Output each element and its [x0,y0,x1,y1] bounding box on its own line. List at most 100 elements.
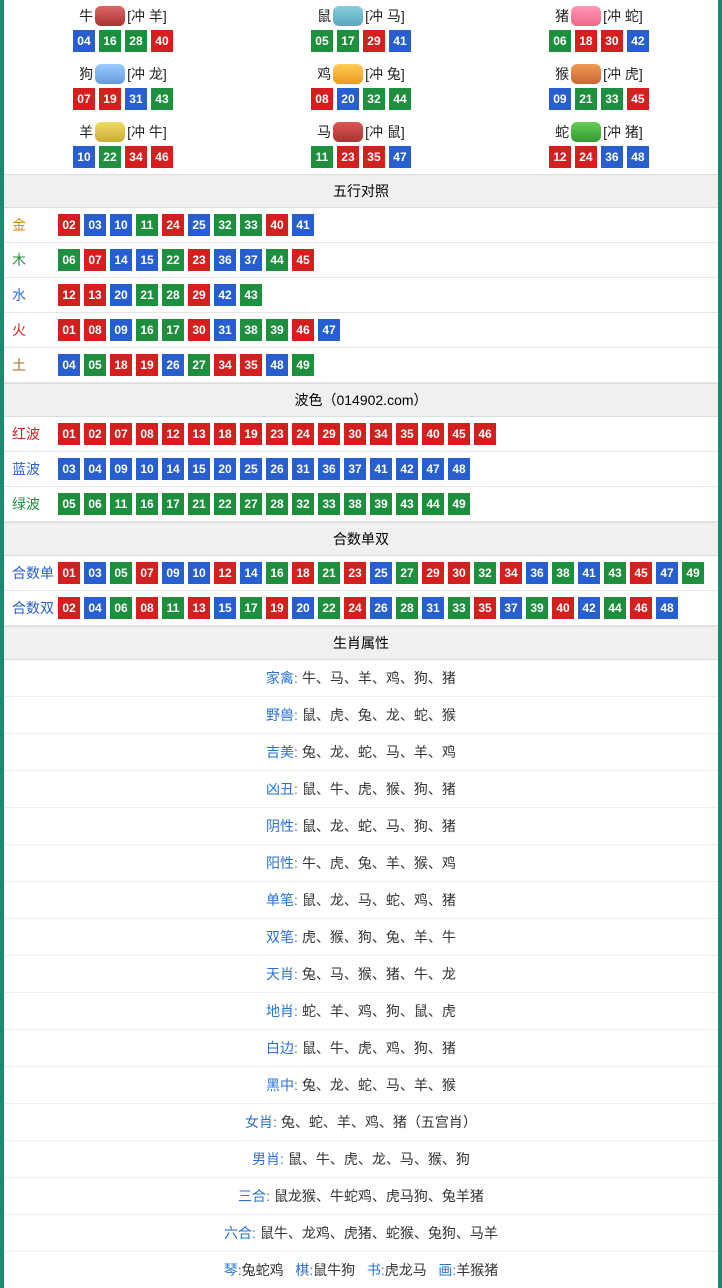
attr-value: 兔、马、猴、猪、牛、龙 [302,966,456,982]
data-row: 土04051819262734354849 [4,348,718,383]
number-ball: 47 [389,146,411,168]
number-ball: 34 [500,562,522,584]
row-label: 土 [12,355,58,375]
number-ball: 20 [214,458,236,480]
number-ball: 42 [396,458,418,480]
number-ball: 31 [214,319,236,341]
zodiac-clash: [冲 蛇] [603,6,643,26]
number-ball: 30 [344,423,366,445]
number-ball: 32 [214,214,236,236]
zodiac-cell: 狗[冲 龙]07193143 [4,58,242,116]
number-ball: 45 [292,249,314,271]
number-ball: 15 [136,249,158,271]
number-ball: 03 [58,458,80,480]
number-ball: 15 [188,458,210,480]
number-ball: 38 [240,319,262,341]
number-ball: 18 [575,30,597,52]
number-ball: 40 [151,30,173,52]
attr-value: 鼠、虎、兔、龙、蛇、猴 [302,707,456,723]
bottom-label: 琴: [224,1262,242,1278]
number-ball: 01 [58,562,80,584]
number-ball: 06 [84,493,106,515]
number-ball: 35 [363,146,385,168]
number-ball: 06 [549,30,571,52]
zodiac-balls: 09213345 [480,88,718,110]
attr-label: 双笔: [266,929,298,945]
number-ball: 22 [214,493,236,515]
number-ball: 05 [84,354,106,376]
zodiac-name: 狗 [79,64,93,84]
attr-label: 凶丑: [266,781,298,797]
zodiac-clash: [冲 牛] [127,122,167,142]
number-ball: 49 [682,562,704,584]
number-ball: 35 [474,597,496,619]
attr-value: 兔、龙、蛇、马、羊、猴 [302,1077,456,1093]
attr-value: 鼠牛、龙鸡、虎猪、蛇猴、兔狗、马羊 [260,1225,498,1241]
section-header-heshu: 合数单双 [4,522,718,556]
number-ball: 10 [73,146,95,168]
number-ball: 40 [552,597,574,619]
number-ball: 17 [162,493,184,515]
number-ball: 36 [601,146,623,168]
attr-row: 六合:鼠牛、龙鸡、虎猪、蛇猴、兔狗、马羊 [4,1215,718,1252]
zodiac-name: 马 [317,122,331,142]
bottom-label: 书: [367,1262,385,1278]
number-ball: 09 [110,458,132,480]
number-ball: 02 [84,423,106,445]
number-ball: 39 [526,597,548,619]
number-ball: 06 [58,249,80,271]
zodiac-icon [571,122,601,142]
number-ball: 10 [110,214,132,236]
number-ball: 48 [266,354,288,376]
number-ball: 16 [99,30,121,52]
number-ball: 42 [214,284,236,306]
attr-row: 阳性:牛、虎、兔、羊、猴、鸡 [4,845,718,882]
attr-row: 天肖:兔、马、猴、猪、牛、龙 [4,956,718,993]
number-ball: 28 [396,597,418,619]
attr-value: 兔、龙、蛇、马、羊、鸡 [302,744,456,760]
number-ball: 31 [422,597,444,619]
number-ball: 19 [99,88,121,110]
number-ball: 27 [396,562,418,584]
zodiac-balls: 10223446 [4,146,242,168]
page-container: 牛[冲 羊]04162840鼠[冲 马]05172941猪[冲 蛇]061830… [0,0,722,1288]
zodiac-name: 蛇 [555,122,569,142]
row-balls: 0108091617303138394647 [58,319,340,341]
zodiac-icon [333,122,363,142]
zodiac-cell: 羊[冲 牛]10223446 [4,116,242,174]
number-ball: 30 [448,562,470,584]
zodiac-clash: [冲 兔] [365,64,405,84]
number-ball: 28 [266,493,288,515]
row-balls: 02031011242532334041 [58,214,314,236]
number-ball: 29 [188,284,210,306]
row-label: 合数单 [12,563,58,583]
data-row: 红波0102070812131819232429303435404546 [4,417,718,452]
data-row: 金02031011242532334041 [4,208,718,243]
number-ball: 46 [474,423,496,445]
number-ball: 21 [318,562,340,584]
number-ball: 29 [422,562,444,584]
bottom-value: 虎龙马 [385,1262,427,1278]
bottom-label: 画: [438,1262,456,1278]
attr-rows: 家禽:牛、马、羊、鸡、狗、猪野兽:鼠、虎、兔、龙、蛇、猴吉美:兔、龙、蛇、马、羊… [4,660,718,1252]
number-ball: 01 [58,423,80,445]
number-ball: 26 [266,458,288,480]
zodiac-balls: 12243648 [480,146,718,168]
attr-label: 野兽: [266,707,298,723]
number-ball: 12 [214,562,236,584]
zodiac-balls: 04162840 [4,30,242,52]
zodiac-clash: [冲 马] [365,6,405,26]
data-row: 木06071415222336374445 [4,243,718,278]
zodiac-cell: 鸡[冲 兔]08203244 [242,58,480,116]
number-ball: 23 [266,423,288,445]
number-ball: 22 [318,597,340,619]
number-ball: 32 [292,493,314,515]
attr-label: 阳性: [266,855,298,871]
number-ball: 05 [58,493,80,515]
data-row: 火0108091617303138394647 [4,313,718,348]
row-label: 木 [12,250,58,270]
attr-row: 家禽:牛、马、羊、鸡、狗、猪 [4,660,718,697]
attr-value: 牛、马、羊、鸡、狗、猪 [302,670,456,686]
number-ball: 14 [240,562,262,584]
number-ball: 17 [337,30,359,52]
